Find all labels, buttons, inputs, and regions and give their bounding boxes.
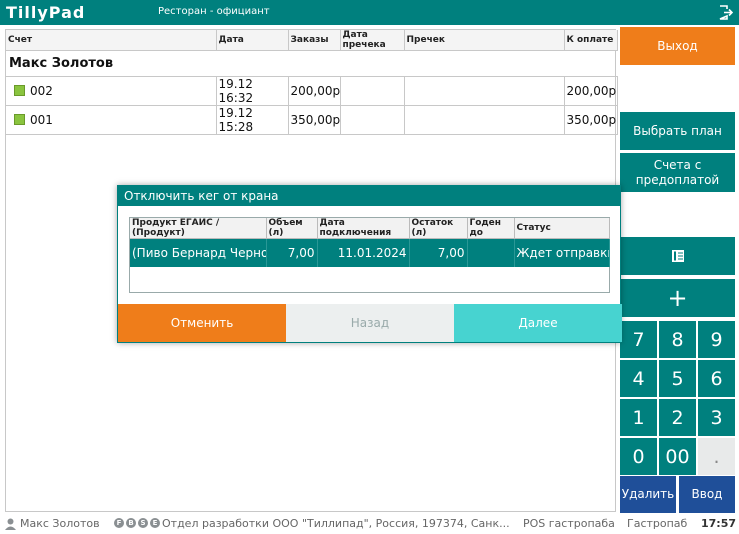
key-0[interactable]: 0	[620, 438, 657, 475]
clock: 17:57	[701, 517, 737, 530]
key-5[interactable]: 5	[659, 360, 696, 397]
key-9[interactable]: 9	[698, 321, 735, 358]
status-bar: Макс Золотов F B S E Отдел разработки ОО…	[0, 514, 739, 534]
location-name: Гастропаб	[627, 517, 688, 530]
cancel-button[interactable]: Отменить	[118, 304, 286, 342]
badge-b: B	[126, 518, 136, 528]
column-header-bill[interactable]: Счет	[6, 30, 217, 51]
orders-cell: 350,00р	[288, 105, 341, 135]
bill-number: 001	[30, 113, 53, 127]
keg-header-row: Продукт ЕГАИС / (Продукт) Объем (л) Дата…	[130, 218, 610, 239]
organization-info: Отдел разработки ООО "Тиллипад", Россия,…	[162, 517, 510, 530]
bill-cell: 002	[6, 76, 217, 106]
top-bar: TillyPad Ресторан - официант	[0, 0, 739, 25]
plus-icon: +	[667, 283, 688, 312]
column-header-volume[interactable]: Объем (л)	[266, 218, 318, 239]
add-button[interactable]: +	[620, 279, 735, 317]
delete-button[interactable]: Удалить	[620, 476, 676, 513]
product-cell: (Пиво Бернард Черно	[130, 238, 267, 267]
bill-number: 002	[30, 84, 53, 98]
orders-cell: 200,00р	[288, 76, 341, 106]
column-header-precheck-date[interactable]: Дата пречека	[340, 30, 405, 51]
table-row[interactable]: 002 19.12 16:32 200,00р 200,00р	[6, 76, 618, 106]
to-pay-cell: 200,00р	[564, 76, 618, 106]
volume-cell: 7,00	[266, 238, 318, 267]
keg-row-selected[interactable]: (Пиво Бернард Черно 7,00 11.01.2024 7,00…	[130, 238, 610, 267]
disconnect-keg-dialog: Отключить кег от крана Продукт ЕГАИС / (…	[117, 185, 622, 343]
orders-header-row: Счет Дата Заказы Дата пречека Пречек К о…	[6, 30, 618, 51]
table-row[interactable]: 001 19.12 15:28 350,00р 350,00р	[6, 105, 618, 135]
key-decimal[interactable]: .	[698, 438, 735, 475]
to-pay-cell: 350,00р	[564, 105, 618, 135]
badge-s: S	[138, 518, 148, 528]
column-header-connected[interactable]: Дата подключения	[317, 218, 410, 239]
key-2[interactable]: 2	[659, 399, 696, 436]
enter-button[interactable]: Ввод	[679, 476, 735, 513]
column-header-to-pay[interactable]: К оплате	[564, 30, 618, 51]
choose-plan-button[interactable]: Выбрать план	[620, 112, 735, 150]
key-1[interactable]: 1	[620, 399, 657, 436]
badge-f: F	[114, 518, 124, 528]
remaining-cell: 7,00	[409, 238, 468, 267]
current-user: Макс Золотов	[20, 517, 100, 530]
key-7[interactable]: 7	[620, 321, 657, 358]
expires-cell	[467, 238, 515, 267]
precheck-cell	[404, 105, 565, 135]
book-button[interactable]	[620, 237, 735, 275]
key-8[interactable]: 8	[659, 321, 696, 358]
key-4[interactable]: 4	[620, 360, 657, 397]
book-icon	[671, 250, 684, 262]
user-icon	[5, 518, 16, 530]
column-header-expires[interactable]: Годен до	[467, 218, 515, 239]
keg-table: Продукт ЕГАИС / (Продукт) Объем (л) Дата…	[129, 217, 610, 293]
bill-cell: 001	[6, 105, 217, 135]
date-cell: 19.12 16:32	[216, 76, 289, 106]
column-header-status[interactable]: Статус	[514, 218, 610, 239]
prepaid-bills-button[interactable]: Счета с предоплатой	[620, 153, 735, 192]
bill-status-icon	[14, 114, 25, 125]
key-3[interactable]: 3	[698, 399, 735, 436]
connected-cell: 11.01.2024	[317, 238, 410, 267]
status-cell: Ждет отправки	[514, 238, 610, 267]
app-title: Ресторан - официант	[158, 6, 270, 17]
column-header-product[interactable]: Продукт ЕГАИС / (Продукт)	[130, 218, 267, 239]
waiter-name: Макс Золотов	[6, 50, 617, 77]
column-header-date[interactable]: Дата	[216, 30, 289, 51]
dialog-title: Отключить кег от крана	[118, 186, 620, 206]
column-header-orders[interactable]: Заказы	[288, 30, 341, 51]
back-button[interactable]: Назад	[286, 304, 454, 342]
exit-button[interactable]: Выход	[620, 27, 735, 65]
precheck-date-cell	[340, 76, 405, 106]
column-header-precheck[interactable]: Пречек	[404, 30, 565, 51]
precheck-date-cell	[340, 105, 405, 135]
bill-status-icon	[14, 85, 25, 96]
precheck-cell	[404, 76, 565, 106]
key-6[interactable]: 6	[698, 360, 735, 397]
app-window: TillyPad Ресторан - официант Счет Дата З…	[0, 0, 739, 534]
column-header-remaining[interactable]: Остаток (л)	[409, 218, 468, 239]
next-button[interactable]: Далее	[454, 304, 622, 342]
tillypad-logo: TillyPad	[6, 3, 86, 22]
key-00[interactable]: 00	[659, 438, 696, 475]
logout-icon[interactable]	[718, 5, 733, 20]
badge-e: E	[150, 518, 160, 528]
date-cell: 19.12 15:28	[216, 105, 289, 135]
pos-name: POS гастропаба	[523, 517, 615, 530]
waiter-group-row[interactable]: Макс Золотов	[6, 50, 617, 77]
